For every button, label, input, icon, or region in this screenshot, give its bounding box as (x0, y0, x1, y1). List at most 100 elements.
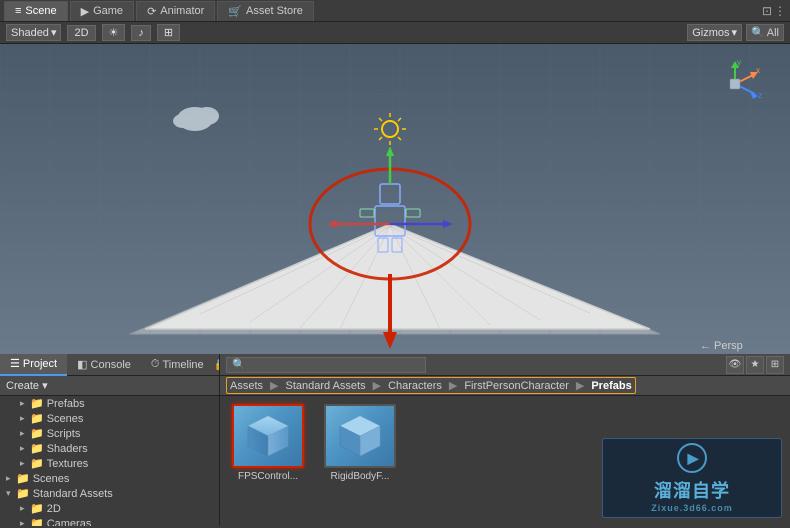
breadcrumb-assets[interactable]: Assets (230, 380, 263, 392)
svg-text:z: z (758, 91, 762, 100)
tree-label-2d: 2D (47, 503, 61, 515)
eye-toggle-btn[interactable]: 👁 (726, 356, 744, 374)
filter-icon: ⊞ (771, 359, 779, 370)
gizmos-label: Gizmos (692, 27, 729, 39)
eye-icon-btn: 👁 (729, 359, 742, 370)
all-label: All (767, 27, 779, 39)
svg-text:y: y (737, 58, 741, 67)
folder-icon-scenes: 📁 (30, 412, 44, 425)
filter-btn[interactable]: ⊞ (766, 356, 784, 374)
tab-animator[interactable]: ⟳ Animator (136, 1, 215, 21)
tree-label-shaders: Shaders (47, 443, 88, 455)
shaded-label: Shaded (11, 27, 49, 39)
breadcrumb-bar: Assets ▶ Standard Assets ▶ Characters ▶ … (220, 376, 790, 396)
fx-btn[interactable]: ⊞ (157, 24, 180, 41)
tab-project[interactable]: ☰ Project (0, 354, 67, 376)
bottom-panel: ☰ Project ◧ Console ⏱ Timeline 🔒 👁 ⋮ Cre… (0, 354, 790, 526)
tree-label-prefabs: Prefabs (47, 398, 85, 410)
audio-btn[interactable]: ♪ (131, 25, 151, 41)
animator-tab-icon: ⟳ (147, 5, 156, 18)
tab-game[interactable]: ▶ Game (70, 1, 134, 21)
breadcrumb-first-person[interactable]: FirstPersonCharacter (464, 380, 569, 392)
tree-item-textures[interactable]: ▸ 📁 Textures (0, 456, 219, 471)
folder-icon-scenes2: 📁 (16, 472, 30, 485)
scene-toolbar: Shaded ▾ 2D ☀ ♪ ⊞ Gizmos ▾ 🔍 All (0, 22, 790, 44)
shaded-arrow: ▾ (51, 26, 57, 39)
search-box[interactable]: 🔍 (226, 357, 426, 373)
tree-label-scenes: Scenes (47, 413, 84, 425)
animator-tab-label: Animator (160, 5, 204, 17)
tree-item-scenes[interactable]: ▸ 📁 Scenes (0, 411, 219, 426)
lighting-icon: ☀ (109, 26, 119, 39)
content-toolbar: 🔍 👁 ★ ⊞ (220, 354, 790, 376)
tab-scene[interactable]: ≡ Scene (4, 1, 68, 21)
timeline-tab-label: Timeline (162, 359, 203, 371)
asset-item-fps[interactable]: FPSControl... (228, 404, 308, 482)
tree-item-standard-assets[interactable]: ▾ 📁 Standard Assets (0, 486, 219, 501)
tree-item-2d[interactable]: ▸ 📁 2D (0, 501, 219, 516)
2d-button[interactable]: 2D (67, 25, 95, 41)
asset-thumb-rigidbody (324, 404, 396, 468)
tree-item-scenes2[interactable]: ▸ 📁 Scenes (0, 471, 219, 486)
tree-item-cameras[interactable]: ▸ 📁 Cameras (0, 516, 219, 526)
breadcrumb-characters[interactable]: Characters (388, 380, 442, 392)
asset-label-rigidbody: RigidBodyF... (331, 471, 390, 482)
tab-console[interactable]: ◧ Console (67, 354, 141, 376)
timeline-icon: ⏱ (151, 358, 160, 371)
create-button[interactable]: Create ▾ (0, 376, 219, 396)
create-label: Create ▾ (6, 379, 48, 392)
play-circle-icon: ▶ (677, 443, 707, 473)
project-icon: ☰ (10, 357, 20, 370)
gizmos-area: Gizmos ▾ 🔍 All (687, 24, 784, 41)
top-right-icons: ⊡ ⋮ (762, 4, 786, 18)
asset-thumb-fps (232, 404, 304, 468)
folder-icon-scripts: 📁 (30, 427, 44, 440)
folder-icon-prefabs: 📁 (30, 397, 44, 410)
content-area: 🔍 👁 ★ ⊞ Assets ▶ Standard Assets (220, 354, 790, 526)
sidebar-header: ☰ Project ◧ Console ⏱ Timeline 🔒 👁 ⋮ (0, 354, 219, 376)
svg-text:← Persp: ← Persp (700, 340, 743, 352)
tree-item-scripts[interactable]: ▸ 📁 Scripts (0, 426, 219, 441)
gizmos-dropdown[interactable]: Gizmos ▾ (687, 24, 742, 41)
game-tab-label: Game (93, 5, 123, 17)
folder-icon-2d: 📁 (30, 502, 44, 515)
shaded-dropdown[interactable]: Shaded ▾ (6, 24, 61, 41)
breadcrumb-prefabs[interactable]: Prefabs (591, 380, 631, 392)
breadcrumb-standard-assets[interactable]: Standard Assets (285, 380, 365, 392)
scene-tab-label: Scene (25, 5, 56, 17)
asset-label-fps: FPSControl... (238, 471, 298, 482)
svg-text:x: x (756, 66, 760, 75)
folder-icon-standard-assets: 📁 (16, 487, 30, 500)
lighting-btn[interactable]: ☀ (102, 24, 126, 41)
tree-label-scripts: Scripts (47, 428, 81, 440)
scene-view: y x z ← Persp (0, 44, 790, 354)
tree-item-prefabs[interactable]: ▸ 📁 Prefabs (0, 396, 219, 411)
fx-icon: ⊞ (164, 26, 173, 39)
watermark-title: 溜溜自学 (654, 477, 730, 503)
store-tab-icon: 🛒 (228, 5, 242, 18)
folder-icon-cameras: 📁 (30, 517, 44, 526)
watermark-logo: ▶ 溜溜自学 Zixue.3d66.com (602, 438, 782, 518)
asset-grid: FPSControl... RigidBodyF... (220, 396, 790, 526)
watermark-subtitle: Zixue.3d66.com (651, 503, 733, 513)
audio-icon: ♪ (138, 27, 144, 39)
tab-timeline[interactable]: ⏱ Timeline (141, 354, 214, 376)
asset-item-rigidbody[interactable]: RigidBodyF... (320, 404, 400, 482)
tree-item-shaders[interactable]: ▸ 📁 Shaders (0, 441, 219, 456)
console-tab-label: Console (91, 359, 131, 371)
tree-label-standard-assets: Standard Assets (33, 488, 113, 500)
tab-asset-store[interactable]: 🛒 Asset Store (217, 1, 314, 21)
scene-background: y x z ← Persp (0, 44, 790, 354)
star-btn[interactable]: ★ (746, 356, 764, 374)
tree-label-cameras: Cameras (47, 518, 92, 527)
search-input[interactable] (249, 359, 420, 371)
more-icon[interactable]: ⋮ (774, 4, 786, 18)
all-dropdown[interactable]: 🔍 All (746, 24, 784, 41)
star-icon: ★ (751, 359, 760, 370)
scene-tab-icon: ≡ (15, 5, 21, 17)
game-tab-icon: ▶ (81, 5, 89, 18)
project-tab-label: Project (23, 358, 57, 370)
maximize-icon[interactable]: ⊡ (762, 4, 772, 18)
console-icon: ◧ (77, 358, 87, 371)
search-icon-small: 🔍 (751, 26, 765, 39)
